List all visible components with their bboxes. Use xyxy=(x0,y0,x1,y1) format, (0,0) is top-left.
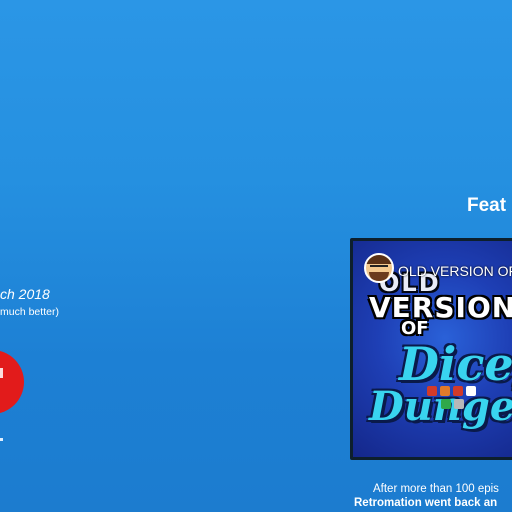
die-icon xyxy=(466,386,476,396)
die-icon xyxy=(440,386,450,396)
video-title[interactable]: OLD VERSION OF xyxy=(398,263,512,279)
die-icon xyxy=(427,386,437,396)
decorative-dot xyxy=(0,438,3,441)
die-icon xyxy=(454,399,464,409)
featured-heading: Feat xyxy=(467,195,507,216)
video-caption-line2: Retromation went back an xyxy=(354,497,498,509)
dice-icons xyxy=(427,386,476,396)
die-icon xyxy=(441,399,451,409)
red-circle-icon[interactable] xyxy=(0,350,24,414)
badge-mark xyxy=(0,368,3,378)
art-of-text: OF xyxy=(401,318,429,339)
dice-icons-row2 xyxy=(441,399,464,409)
featured-video-thumbnail[interactable]: OLD VERSION OF Dicey Dungeons OLD VERSIO… xyxy=(350,238,512,460)
page: ch 2018 much better) Feat OLD VERSION OF… xyxy=(0,0,512,512)
die-icon xyxy=(453,386,463,396)
event-subtext: much better) xyxy=(0,306,59,318)
event-date-text: ch 2018 xyxy=(0,286,50,302)
thumbnail-art: OLD VERSION OF Dicey Dungeons OLD VERSIO… xyxy=(353,241,512,457)
channel-avatar-icon[interactable] xyxy=(364,253,394,283)
art-version-text: VERSION xyxy=(369,291,512,324)
video-caption-line1: After more than 100 epis xyxy=(373,483,499,495)
